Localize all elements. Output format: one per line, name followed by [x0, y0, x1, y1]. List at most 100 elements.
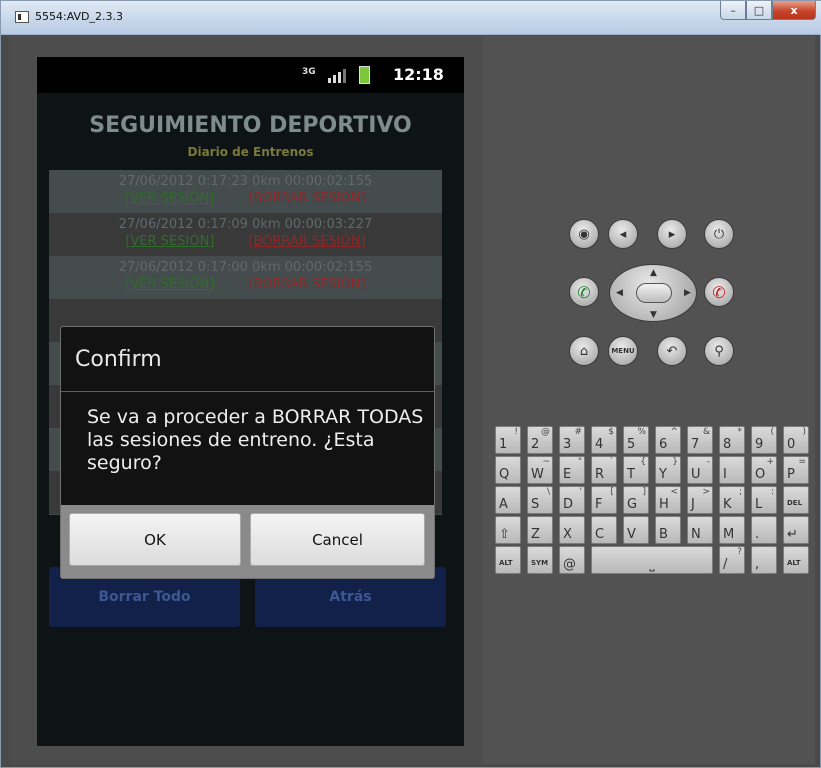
borrar-sesion-link[interactable]: [BORRAR SESIÓN]: [248, 191, 365, 206]
keyboard-key[interactable]: G]: [623, 486, 649, 514]
keyboard-key[interactable]: 2 @: [527, 426, 553, 454]
emulator-client: 3G 12:18 SEGUIMIENTO DEPORTIVO Diario de…: [9, 36, 815, 764]
keyboard-key[interactable]: B: [655, 516, 681, 544]
keyboard-key[interactable]: K;: [719, 486, 745, 514]
keyboard-key[interactable]: 7 &: [687, 426, 713, 454]
menu-button[interactable]: MENU: [608, 336, 638, 366]
key-label: ,: [755, 557, 760, 572]
keyboard-key[interactable]: 0): [783, 426, 809, 454]
keyboard-key[interactable]: 1!: [495, 426, 521, 454]
session-links: [49, 302, 442, 319]
title-bar[interactable]: 5554:AVD_2.3.3 – □ x: [1, 1, 821, 35]
key-alt-label: ^: [670, 427, 678, 437]
keyboard-key[interactable]: F[: [591, 486, 617, 514]
key-label: K: [723, 497, 732, 512]
keyboard-key[interactable]: E ": [559, 456, 585, 484]
dpad-center-button[interactable]: [636, 283, 672, 303]
volume-down-icon[interactable]: ◂: [608, 219, 638, 249]
key-alt-label: +: [766, 457, 774, 467]
keyboard-key[interactable]: Z: [527, 516, 553, 544]
keyboard-key[interactable]: ALT: [783, 546, 809, 574]
key-alt-label: %: [637, 427, 646, 437]
keyboard-key[interactable]: S \: [527, 486, 553, 514]
end-call-icon[interactable]: ✆: [704, 277, 734, 307]
session-info: 27/06/2012 0:17:09 0km 00:00:03:227: [118, 217, 373, 232]
phone-screen[interactable]: 3G 12:18 SEGUIMIENTO DEPORTIVO Diario de…: [37, 57, 464, 746]
dpad-down-icon[interactable]: ▼: [650, 310, 657, 320]
keyboard-key[interactable]: ,: [751, 546, 777, 574]
keyboard-key[interactable]: X: [559, 516, 585, 544]
power-icon[interactable]: ⏻: [704, 219, 734, 249]
key-label: ALT: [787, 559, 801, 567]
keyboard-key[interactable]: C: [591, 516, 617, 544]
keyboard-key[interactable]: T{: [623, 456, 649, 484]
keyboard-key[interactable]: L:: [751, 486, 777, 514]
key-label: 1: [499, 437, 508, 452]
ver-sesion-link[interactable]: [VER SESIÓN]: [125, 277, 214, 292]
keyboard-key[interactable]: Y}: [655, 456, 681, 484]
ver-sesion-link[interactable]: [VER SESIÓN]: [125, 234, 214, 249]
keyboard-key[interactable]: /?: [719, 546, 745, 574]
dpad-up-icon[interactable]: ▲: [650, 268, 657, 278]
minimize-button[interactable]: –: [720, 1, 746, 20]
key-label: R: [595, 467, 605, 482]
key-label: .: [755, 527, 760, 542]
keyboard-key[interactable]: H <: [655, 486, 681, 514]
key-label: /: [723, 557, 728, 572]
keyboard-key[interactable]: 3 #: [559, 426, 585, 454]
keyboard-key[interactable]: O +: [751, 456, 777, 484]
borrar-sesion-link[interactable]: [BORRAR SESIÓN]: [248, 277, 365, 292]
keyboard-key[interactable]: .: [751, 516, 777, 544]
keyboard-key[interactable]: N: [687, 516, 713, 544]
keyboard-key[interactable]: 5%: [623, 426, 649, 454]
keyboard-key[interactable]: 4 $: [591, 426, 617, 454]
keyboard-key[interactable]: P =: [783, 456, 809, 484]
keyboard-key[interactable]: D ': [559, 486, 585, 514]
keyboard-key[interactable]: R `: [591, 456, 617, 484]
keyboard-key[interactable]: Q: [495, 456, 521, 484]
cancel-button[interactable]: Cancel: [250, 513, 425, 566]
dpad[interactable]: ▲ ▼ ◀ ▶: [609, 264, 697, 322]
maximize-button[interactable]: □: [746, 1, 772, 20]
session-row: 27/06/2012 0:17:23 0km 00:00:02:155 [VER …: [49, 170, 442, 213]
keyboard-key[interactable]: ↵: [783, 516, 809, 544]
keyboard-key[interactable]: DEL: [783, 486, 809, 514]
keyboard-key[interactable]: W ~: [527, 456, 553, 484]
key-alt-label: !: [514, 427, 518, 437]
keyboard-key[interactable]: 8 *: [719, 426, 745, 454]
dialog-message: Se va a proceder a BORRAR TODAS las sesi…: [87, 406, 424, 474]
keyboard-key[interactable]: I: [719, 456, 745, 484]
keyboard-key[interactable]: 6 ^: [655, 426, 681, 454]
key-label: D: [563, 497, 574, 512]
keyboard-key[interactable]: A: [495, 486, 521, 514]
keyboard-key[interactable]: J >: [687, 486, 713, 514]
keyboard-key[interactable]: M: [719, 516, 745, 544]
key-label: H: [659, 497, 669, 512]
keyboard-key[interactable]: ⇧: [495, 516, 521, 544]
volume-up-icon[interactable]: ▸: [657, 219, 687, 249]
home-icon[interactable]: ⌂: [569, 336, 599, 366]
dialog-title: Confirm: [75, 347, 162, 372]
borrar-sesion-link[interactable]: [BORRAR SESIÓN]: [248, 234, 365, 249]
dpad-right-icon[interactable]: ▶: [684, 288, 691, 298]
call-icon[interactable]: ✆: [569, 277, 599, 307]
key-alt-label: ": [577, 457, 582, 467]
keyboard-key[interactable]: U-: [687, 456, 713, 484]
back-icon[interactable]: ↶: [657, 336, 687, 366]
close-button[interactable]: x: [772, 1, 816, 20]
keyboard-key[interactable]: SYM: [527, 546, 553, 574]
keyboard-key[interactable]: ALT: [495, 546, 521, 574]
keyboard-key[interactable]: V: [623, 516, 649, 544]
key-label: 7: [691, 437, 700, 452]
space-key[interactable]: ⎵: [591, 546, 713, 574]
ok-button[interactable]: OK: [69, 513, 241, 566]
session-links: [VER SESIÓN] [BORRAR SESIÓN]: [49, 190, 442, 207]
keyboard-key[interactable]: @: [559, 546, 585, 574]
keyboard-key[interactable]: 9(: [751, 426, 777, 454]
search-icon[interactable]: ⚲: [704, 336, 734, 366]
confirm-dialog: Confirm Se va a proceder a BORRAR TODAS …: [60, 326, 435, 579]
camera-icon[interactable]: ◉: [569, 219, 599, 249]
dpad-left-icon[interactable]: ◀: [616, 288, 623, 298]
ver-sesion-link[interactable]: [VER SESIÓN]: [125, 191, 214, 206]
emulator-controls-panel: ◉ ◂ ▸ ⏻ ✆ ▲ ▼ ◀ ▶ ✆ ⌂ MENU ↶ ⚲ 1! 2 @3 #4 $5…: [483, 36, 815, 764]
